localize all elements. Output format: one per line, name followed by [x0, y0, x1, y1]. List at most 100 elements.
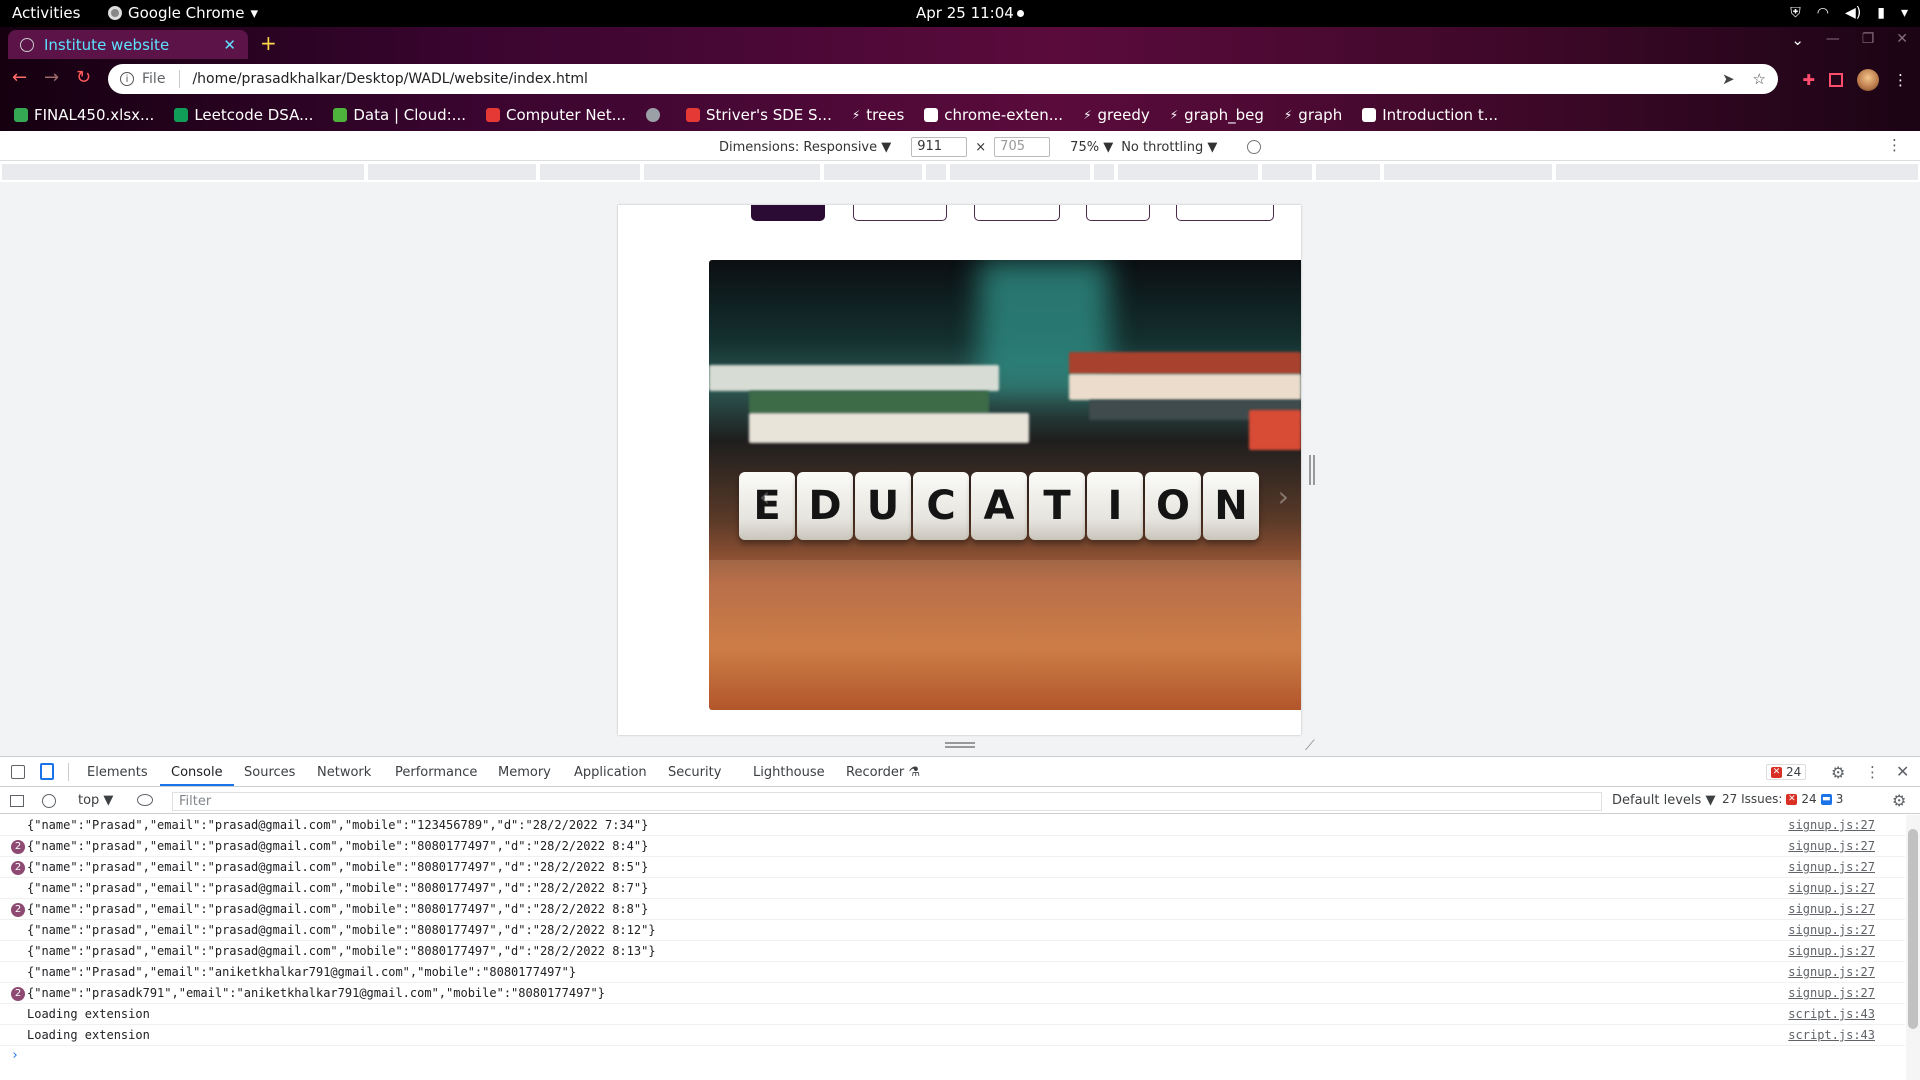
media-query-segment[interactable]: [1556, 164, 1918, 180]
more-options-icon[interactable]: ⋮: [1887, 136, 1902, 154]
source-link[interactable]: signup.js:27: [1788, 899, 1875, 919]
bookmark-item[interactable]: Striver's SDE S...: [685, 106, 832, 124]
issues-counter[interactable]: 27 Issues: ✕ 24 ▬ 3: [1722, 792, 1843, 806]
devtools-tab-application[interactable]: Application: [574, 765, 647, 780]
close-window-icon[interactable]: ✕: [1896, 31, 1908, 47]
nav-button[interactable]: [1176, 205, 1274, 221]
live-expression-eye-icon[interactable]: [137, 794, 153, 806]
console-prompt[interactable]: ›: [0, 1046, 1905, 1066]
star-icon[interactable]: ☆: [1753, 70, 1766, 88]
viewport-height-input[interactable]: 705: [994, 137, 1051, 157]
media-query-segment[interactable]: [1384, 164, 1552, 180]
media-query-segment[interactable]: [926, 164, 946, 180]
source-link[interactable]: signup.js:27: [1788, 857, 1875, 877]
console-settings-icon[interactable]: ⚙: [1892, 791, 1906, 810]
devtools-tab-network[interactable]: Network: [317, 765, 371, 780]
source-link[interactable]: script.js:43: [1788, 1025, 1875, 1045]
source-link[interactable]: signup.js:27: [1788, 836, 1875, 856]
extensions-puzzle-icon[interactable]: ✚: [1802, 71, 1815, 89]
carousel-next-arrow[interactable]: ›: [1278, 480, 1289, 513]
media-query-bar[interactable]: [0, 162, 1920, 182]
devtools-tab-elements[interactable]: Elements: [87, 765, 148, 780]
battery-icon[interactable]: ▮: [1877, 3, 1885, 23]
chrome-menu-icon[interactable]: ⋮: [1893, 71, 1908, 89]
source-link[interactable]: signup.js:27: [1788, 815, 1875, 835]
source-link[interactable]: script.js:43: [1788, 1004, 1875, 1024]
nav-button-active[interactable]: [751, 205, 825, 221]
volume-icon[interactable]: ◀): [1845, 3, 1861, 23]
nav-button[interactable]: [1086, 205, 1150, 221]
profile-avatar[interactable]: [1857, 69, 1879, 91]
reload-button[interactable]: ↻: [76, 67, 91, 88]
bookmark-item[interactable]: chrome-exten...: [924, 106, 1063, 124]
clear-console-icon[interactable]: [42, 794, 56, 808]
bookmark-item[interactable]: ⚡ trees: [852, 106, 904, 124]
dimensions-dropdown[interactable]: Dimensions: Responsive ▼: [719, 140, 891, 155]
info-icon[interactable]: i: [120, 72, 134, 86]
send-icon[interactable]: ➤: [1722, 70, 1735, 88]
nav-button[interactable]: [853, 205, 947, 221]
clock[interactable]: Apr 25 11:04: [916, 4, 1014, 22]
side-panel-icon[interactable]: [1829, 73, 1843, 87]
tab-search-icon[interactable]: ⌄: [1791, 31, 1804, 49]
media-query-segment[interactable]: [824, 164, 922, 180]
wifi-icon[interactable]: ◠: [1817, 3, 1829, 23]
bookmark-item[interactable]: Introduction t...: [1362, 106, 1498, 124]
bookmark-item[interactable]: Data | Cloud:...: [333, 106, 466, 124]
app-menu-button[interactable]: Google Chrome ▾: [108, 4, 258, 22]
inspect-element-icon[interactable]: [11, 765, 25, 779]
new-tab-button[interactable]: +: [260, 31, 277, 55]
carousel-prev-arrow[interactable]: ‹: [759, 480, 770, 513]
chevron-down-icon[interactable]: ▾: [1901, 3, 1908, 23]
bookmark-item[interactable]: ⚡ greedy: [1083, 106, 1150, 124]
address-bar[interactable]: i File /home/prasadkhalkar/Desktop/WADL/…: [108, 64, 1778, 94]
log-levels-dropdown[interactable]: Default levels ▼: [1612, 793, 1715, 808]
devtools-tab-memory[interactable]: Memory: [498, 765, 551, 780]
console-scrollbar[interactable]: [1906, 815, 1920, 1080]
device-toggle-icon[interactable]: [40, 763, 54, 780]
source-link[interactable]: signup.js:27: [1788, 941, 1875, 961]
media-query-segment[interactable]: [1118, 164, 1258, 180]
devtools-tab-performance[interactable]: Performance: [395, 765, 477, 780]
bookmark-item[interactable]: [645, 108, 666, 122]
console-filter-input[interactable]: Filter: [172, 792, 1602, 811]
viewport-width-input[interactable]: 911: [911, 137, 968, 157]
minimize-icon[interactable]: —: [1826, 31, 1840, 47]
forward-button[interactable]: →: [44, 67, 59, 88]
rotate-icon[interactable]: [1247, 140, 1262, 154]
devtools-tab-console[interactable]: Console: [171, 765, 223, 780]
settings-gear-icon[interactable]: ⚙: [1831, 763, 1845, 782]
close-icon[interactable]: ✕: [223, 36, 236, 54]
scrollbar-thumb[interactable]: [1908, 829, 1918, 1029]
media-query-segment[interactable]: [1316, 164, 1380, 180]
context-selector[interactable]: top ▼: [78, 793, 113, 808]
url-text[interactable]: /home/prasadkhalkar/Desktop/WADL/website…: [192, 71, 1704, 87]
hero-carousel-image[interactable]: EDUCATION ‹ ›: [709, 260, 1301, 710]
system-tray[interactable]: ⛨ ◠ ◀) ▮ ▾: [1790, 3, 1908, 23]
more-options-icon[interactable]: ⋮: [1865, 763, 1880, 781]
media-query-segment[interactable]: [1094, 164, 1114, 180]
bookmark-item[interactable]: FINAL450.xlsx...: [14, 106, 154, 124]
close-devtools-icon[interactable]: ✕: [1896, 762, 1909, 781]
shield-icon[interactable]: ⛨: [1790, 3, 1801, 23]
bookmark-item[interactable]: Leetcode DSA...: [174, 106, 313, 124]
source-link[interactable]: signup.js:27: [1788, 878, 1875, 898]
nav-button[interactable]: [974, 205, 1060, 221]
bookmark-item[interactable]: Computer Net...: [486, 106, 626, 124]
devtools-tab-security[interactable]: Security: [668, 765, 721, 780]
resize-handle-right[interactable]: [1309, 455, 1315, 485]
error-count-badge[interactable]: ✕ 24: [1766, 764, 1807, 780]
devtools-tab-recorder[interactable]: Recorder ⚗: [846, 765, 920, 780]
media-query-segment[interactable]: [644, 164, 820, 180]
bookmark-item[interactable]: ⚡ graph_beg: [1170, 106, 1264, 124]
bookmark-item[interactable]: ⚡ graph: [1284, 106, 1342, 124]
zoom-dropdown[interactable]: 75% ▼: [1070, 140, 1113, 155]
console-sidebar-icon[interactable]: [10, 795, 24, 807]
maximize-icon[interactable]: ❐: [1862, 31, 1875, 47]
source-link[interactable]: signup.js:27: [1788, 983, 1875, 1003]
back-button[interactable]: ←: [12, 67, 27, 88]
activities-button[interactable]: Activities: [12, 4, 80, 22]
devtools-tab-sources[interactable]: Sources: [244, 765, 295, 780]
devtools-tab-lighthouse[interactable]: Lighthouse: [753, 765, 825, 780]
tab-institute-website[interactable]: Institute website ✕: [8, 30, 248, 59]
